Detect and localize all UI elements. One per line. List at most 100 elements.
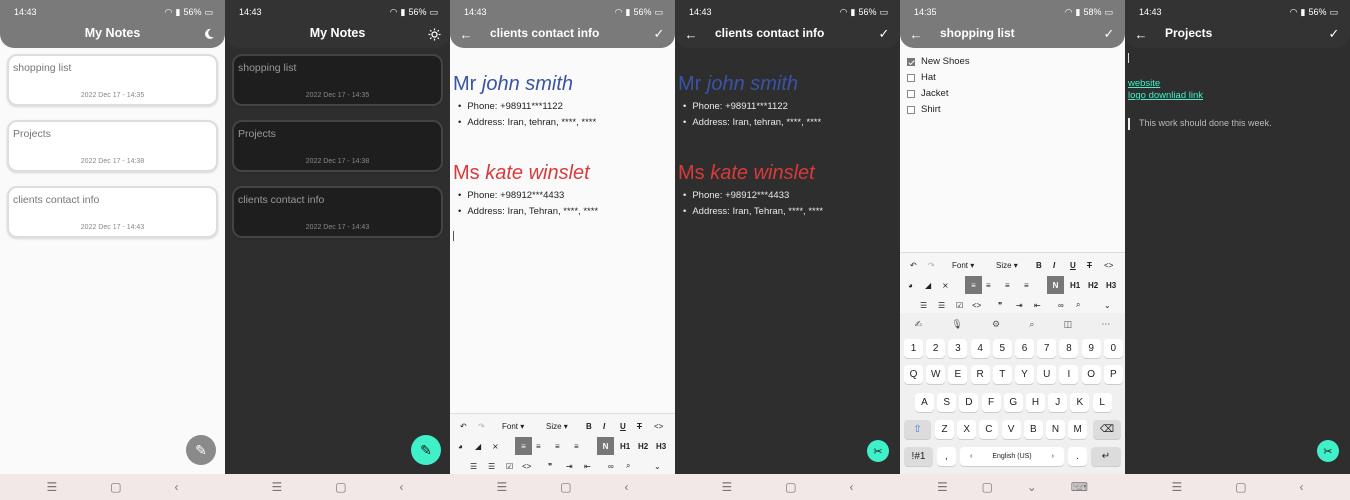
checkbox-checked[interactable]: [907, 57, 915, 66]
font-dropdown[interactable]: Font ▾: [502, 417, 524, 435]
align-right-button[interactable]: ≡: [1005, 276, 1010, 294]
new-note-button[interactable]: ✎: [186, 435, 216, 465]
checklist-item[interactable]: Jacket: [907, 88, 948, 99]
redo-icon[interactable]: ↷: [478, 417, 485, 435]
fill-color-icon[interactable]: ◢: [475, 437, 481, 455]
back-icon[interactable]: ‹: [174, 480, 178, 494]
key-e[interactable]: E: [948, 365, 968, 384]
link-icon[interactable]: ∞: [608, 457, 614, 475]
key-8[interactable]: 8: [1059, 339, 1079, 358]
note-card[interactable]: Projects 2022 Dec 17 - 14:38: [7, 120, 218, 172]
back-arrow-icon[interactable]: ←: [906, 25, 926, 43]
normal-text-button[interactable]: N: [597, 437, 614, 455]
key-k[interactable]: K: [1070, 393, 1090, 412]
note-card[interactable]: clients contact info 2022 Dec 17 - 14:43: [7, 186, 218, 238]
settings-icon[interactable]: ⚙: [992, 319, 1000, 330]
save-check-icon[interactable]: ✓: [874, 25, 894, 43]
numbered-list-icon[interactable]: ☰: [470, 457, 477, 475]
key-p[interactable]: P: [1103, 365, 1123, 384]
checklist-item[interactable]: Hat: [907, 72, 936, 83]
indent-icon[interactable]: ⇥: [566, 457, 573, 475]
outdent-icon[interactable]: ⇤: [584, 457, 591, 475]
save-check-icon[interactable]: ✓: [649, 25, 669, 43]
clear-format-icon[interactable]: ⨯: [492, 437, 499, 455]
new-note-button[interactable]: ✎: [411, 435, 441, 465]
bullet-list-icon[interactable]: ☰: [938, 296, 945, 314]
key-7[interactable]: 7: [1037, 339, 1057, 358]
h1-button[interactable]: H1: [620, 437, 630, 455]
key-b[interactable]: B: [1023, 420, 1043, 439]
h3-button[interactable]: H3: [656, 437, 666, 455]
key-v[interactable]: V: [1001, 420, 1021, 439]
align-justify-button[interactable]: ≡: [1024, 276, 1029, 294]
bullet-list-icon[interactable]: ☰: [488, 457, 495, 475]
format-toggle-button[interactable]: ✂: [867, 440, 889, 462]
align-left-button[interactable]: ≡: [965, 276, 982, 294]
undo-icon[interactable]: ↶: [460, 417, 467, 435]
undo-icon[interactable]: ↶: [910, 256, 917, 274]
italic-button[interactable]: I: [603, 417, 605, 435]
link-icon[interactable]: ∞: [1058, 296, 1064, 314]
home-icon[interactable]: ▢: [560, 480, 571, 494]
format-toggle-button[interactable]: ✂: [1317, 440, 1339, 462]
save-check-icon[interactable]: ✓: [1324, 25, 1344, 43]
checklist-item[interactable]: Shirt: [907, 104, 941, 115]
key-4[interactable]: 4: [970, 339, 990, 358]
space-key[interactable]: ‹ English (US) ›: [960, 447, 1064, 466]
underline-button[interactable]: U: [620, 417, 626, 435]
search-icon[interactable]: ⌕: [1029, 319, 1034, 330]
italic-button[interactable]: I: [1053, 256, 1055, 274]
checkbox[interactable]: [907, 89, 915, 98]
key-u[interactable]: U: [1037, 365, 1057, 384]
more-icon[interactable]: ⋯: [1101, 319, 1110, 330]
checkbox-icon[interactable]: ☑: [506, 457, 513, 475]
align-left-button[interactable]: ≡: [515, 437, 532, 455]
align-justify-button[interactable]: ≡: [574, 437, 579, 455]
comma-key[interactable]: ,: [937, 447, 956, 466]
key-z[interactable]: Z: [935, 420, 954, 439]
key-y[interactable]: Y: [1015, 365, 1034, 384]
key-m[interactable]: M: [1068, 420, 1088, 439]
h2-button[interactable]: H2: [638, 437, 648, 455]
back-arrow-icon[interactable]: ←: [456, 25, 476, 43]
h2-button[interactable]: H2: [1088, 276, 1098, 294]
h3-button[interactable]: H3: [1106, 276, 1116, 294]
chevron-down-icon[interactable]: ⌄: [1104, 296, 1111, 314]
key-w[interactable]: W: [926, 365, 946, 384]
code-button[interactable]: <>: [1104, 256, 1113, 274]
redo-icon[interactable]: ↷: [928, 256, 935, 274]
indent-icon[interactable]: ⇥: [1016, 296, 1023, 314]
key-h[interactable]: H: [1026, 393, 1045, 412]
key-0[interactable]: 0: [1103, 339, 1123, 358]
microphone-icon[interactable]: 🎙: [951, 319, 962, 330]
home-icon[interactable]: ▢: [785, 480, 796, 494]
recents-icon[interactable]: ☰: [1171, 480, 1182, 494]
key-g[interactable]: G: [1003, 393, 1023, 412]
handwriting-icon[interactable]: ✍: [915, 319, 923, 330]
quote-button[interactable]: ❞: [548, 457, 552, 475]
normal-text-button[interactable]: N: [1047, 276, 1064, 294]
align-right-button[interactable]: ≡: [555, 437, 560, 455]
back-arrow-icon[interactable]: ←: [1131, 25, 1151, 43]
enter-key[interactable]: ↵: [1091, 447, 1121, 466]
code-block-button[interactable]: <>: [522, 457, 531, 475]
strikethrough-button[interactable]: T: [637, 417, 642, 435]
checklist-item[interactable]: New Shoes: [907, 56, 970, 67]
bold-button[interactable]: B: [1036, 256, 1042, 274]
key-5[interactable]: 5: [992, 339, 1012, 358]
key-9[interactable]: 9: [1081, 339, 1101, 358]
key-x[interactable]: X: [957, 420, 977, 439]
back-icon[interactable]: ‹: [624, 480, 628, 494]
website-link[interactable]: website: [1128, 78, 1160, 89]
key-d[interactable]: D: [959, 393, 979, 412]
align-center-button[interactable]: ≡: [536, 437, 541, 455]
numbered-list-icon[interactable]: ☰: [920, 296, 927, 314]
save-check-icon[interactable]: ✓: [1099, 25, 1119, 43]
outdent-icon[interactable]: ⇤: [1034, 296, 1041, 314]
key-c[interactable]: C: [979, 420, 999, 439]
back-icon[interactable]: ‹: [1299, 480, 1303, 494]
key-s[interactable]: S: [937, 393, 957, 412]
back-icon[interactable]: ‹: [399, 480, 403, 494]
back-icon[interactable]: ‹: [849, 480, 853, 494]
hide-keyboard-icon[interactable]: ⌄: [1027, 480, 1037, 494]
